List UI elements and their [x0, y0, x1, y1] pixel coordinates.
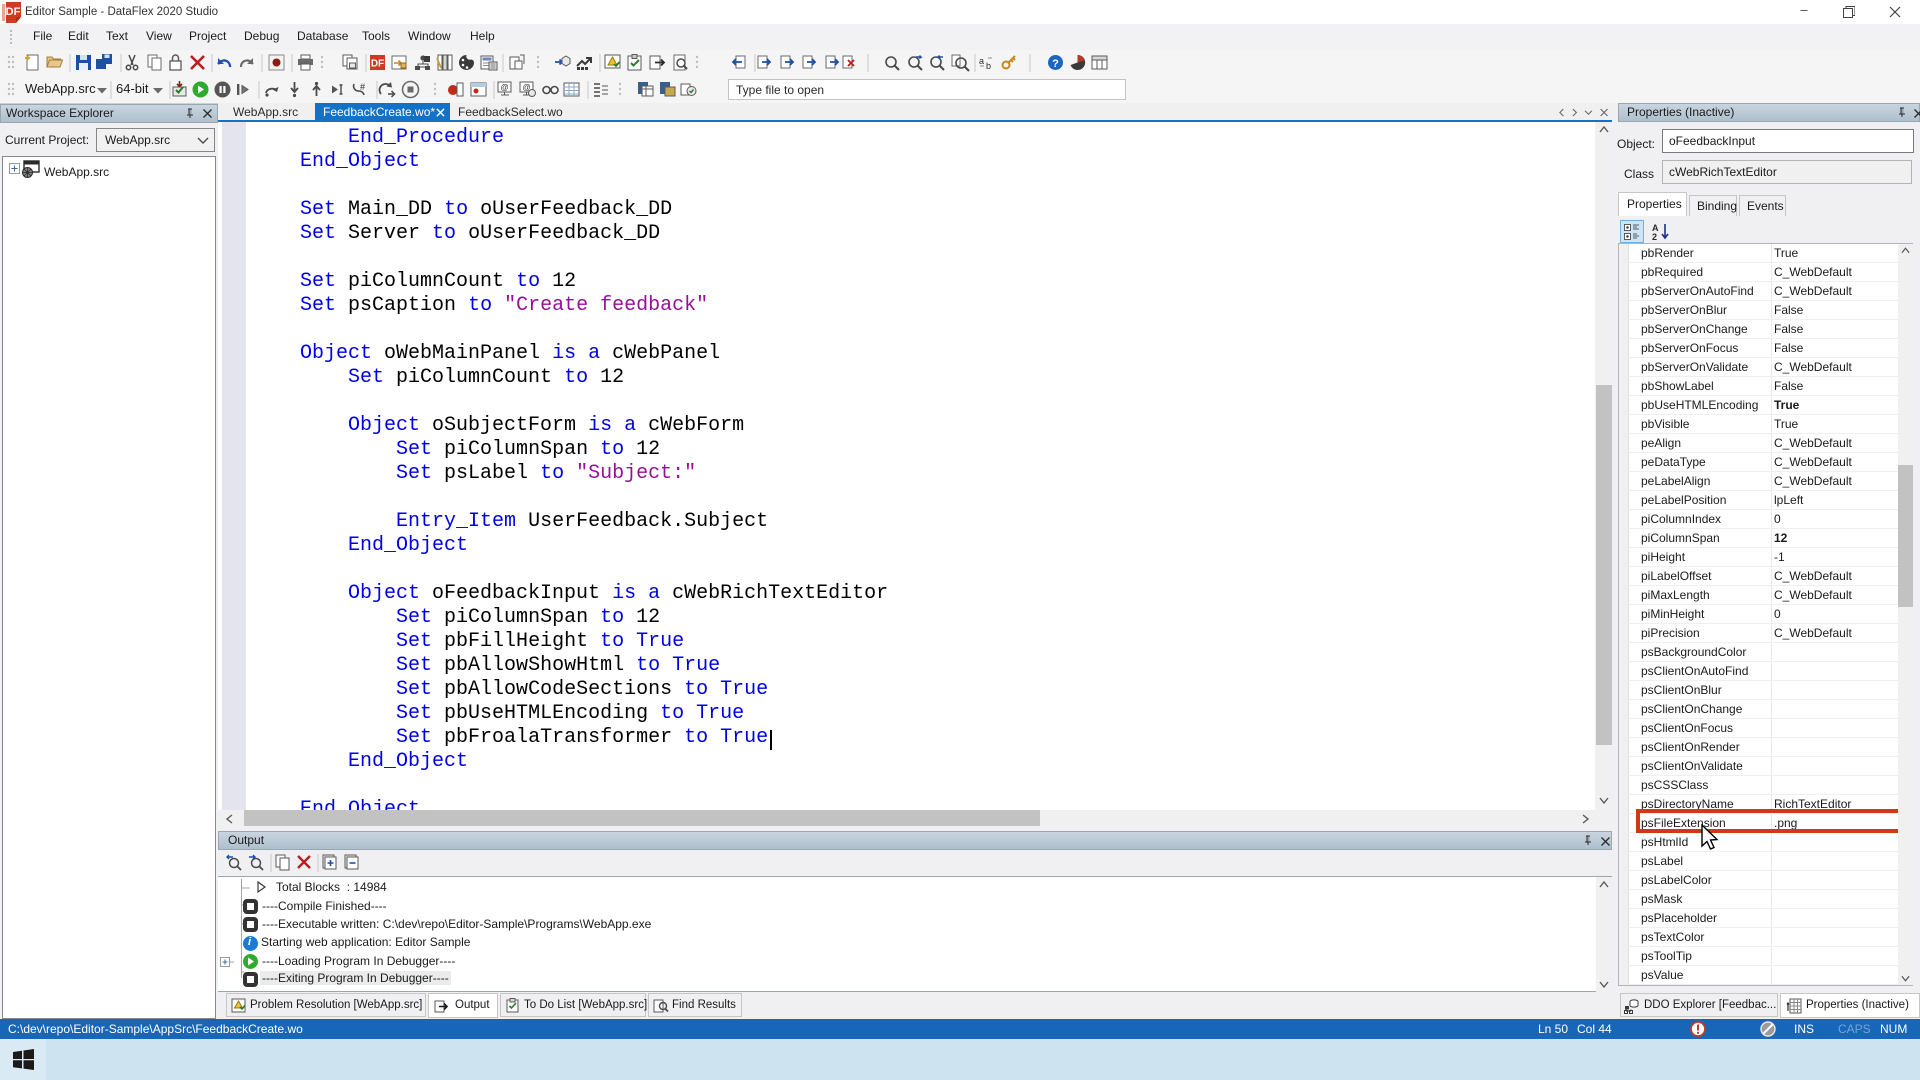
svg-text:#: # [360, 82, 365, 92]
svg-text:WebApp.src: WebApp.src [25, 81, 96, 96]
svg-text:DF: DF [6, 6, 21, 18]
svg-text:a: a [979, 56, 984, 66]
svg-text:b: b [986, 61, 991, 71]
svg-text:64-bit: 64-bit [116, 81, 149, 96]
svg-text:?: ? [1052, 58, 1059, 70]
svg-text:2: 2 [1652, 232, 1657, 242]
svg-text:DF: DF [371, 59, 384, 70]
svg-text:@: @ [500, 83, 508, 92]
